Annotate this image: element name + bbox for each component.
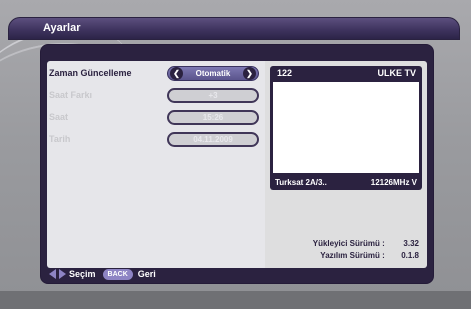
select-hint-label: Seçim (69, 269, 96, 279)
time-field: 15:26 (167, 110, 259, 125)
setting-value: +3 (208, 91, 218, 100)
back-key-icon: BACK (102, 268, 133, 280)
arrow-left-icon[interactable]: ❮ (170, 67, 183, 80)
title-bar: Ayarlar (8, 17, 460, 40)
software-version-label: Yazılım Sürümü : (320, 251, 385, 260)
arrow-left-icon (49, 269, 56, 279)
settings-panel: Zaman Güncelleme ❮ Otomatik ❯ Saat Farkı… (40, 44, 434, 284)
software-version-value: 0.1.8 (401, 251, 419, 260)
hint-bar: Seçim BACK Geri (49, 267, 156, 281)
arrow-right-icon (59, 269, 66, 279)
setting-label: Zaman Güncelleme (49, 68, 132, 78)
frequency: 12126MHz V (370, 178, 417, 187)
channel-preview: 122 ULKE TV Turksat 2A/3.. 12126MHz V (270, 66, 422, 190)
satellite-name: Turksat 2A/3.. (275, 178, 327, 187)
info-pane: 122 ULKE TV Turksat 2A/3.. 12126MHz V Yü… (265, 61, 427, 268)
window-title: Ayarlar (43, 22, 81, 34)
setting-value: 04.11.2009 (193, 135, 233, 144)
loader-version: Yükleyici Sürümü : 3.32 (313, 239, 419, 248)
setting-label: Saat (49, 112, 69, 122)
setting-value: 15:26 (202, 113, 224, 122)
setting-row-time-offset: Saat Farkı +3 (49, 87, 261, 105)
arrow-right-icon[interactable]: ❯ (243, 67, 256, 80)
setting-row-time-update[interactable]: Zaman Güncelleme ❮ Otomatik ❯ (49, 65, 261, 83)
setting-value: Otomatik (195, 69, 231, 78)
channel-number: 122 (277, 68, 293, 78)
setting-label: Tarih (49, 134, 71, 144)
video-preview (273, 82, 419, 173)
bottom-strip (0, 291, 471, 309)
preview-header: 122 ULKE TV (270, 66, 422, 80)
settings-list: Zaman Güncelleme ❮ Otomatik ❯ Saat Farkı… (47, 61, 265, 268)
settings-screen: Ayarlar Zaman Güncelleme ❮ Otomatik ❯ Sa… (0, 0, 471, 309)
back-hint-label: Geri (137, 269, 156, 279)
software-version: Yazılım Sürümü : 0.1.8 (320, 251, 419, 260)
time-offset-field: +3 (167, 88, 259, 103)
preview-footer: Turksat 2A/3.. 12126MHz V (270, 174, 422, 190)
loader-version-label: Yükleyici Sürümü : (312, 239, 385, 248)
channel-name: ULKE TV (377, 68, 416, 78)
time-update-selector[interactable]: ❮ Otomatik ❯ (167, 66, 259, 81)
date-field: 04.11.2009 (167, 132, 259, 147)
setting-row-date: Tarih 04.11.2009 (49, 131, 261, 149)
loader-version-value: 3.32 (403, 239, 419, 248)
setting-label: Saat Farkı (49, 90, 93, 100)
setting-row-time: Saat 15:26 (49, 109, 261, 127)
